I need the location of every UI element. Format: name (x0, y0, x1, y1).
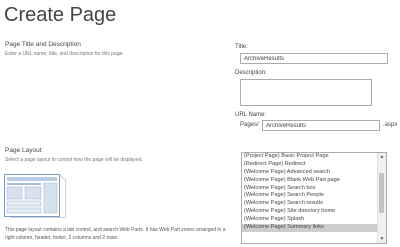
layout-description: This page layout contains a tab control,… (5, 227, 226, 241)
page-title: Create Page (4, 4, 117, 26)
page-layout-preview-icon (4, 174, 66, 218)
page-layout-listbox[interactable]: (Project Page) Basic Project Page (Redir… (241, 152, 387, 244)
description-textarea[interactable] (240, 79, 372, 106)
title-section-description: Enter a URL name, title, and description… (5, 51, 124, 57)
layout-option[interactable]: (Welcome Page) Summary links (242, 224, 377, 232)
layout-option[interactable]: (Welcome Page) Search box (242, 185, 377, 193)
layout-option[interactable]: (Project Page) Basic Project Page (242, 153, 377, 161)
url-prefix: Pages/ (240, 122, 259, 128)
url-name-label: URL Name: (235, 112, 267, 118)
description-label: Description: (235, 70, 267, 76)
layout-section-heading: Page Layout (5, 147, 42, 154)
layout-scrollbar[interactable]: ▲ ▼ (377, 153, 386, 243)
scroll-down-arrow-icon[interactable]: ▼ (378, 235, 386, 243)
url-name-input[interactable] (262, 120, 380, 131)
layout-option[interactable]: (Welcome Page) Search results (242, 200, 377, 208)
scrollbar-thumb[interactable] (379, 173, 384, 213)
title-label: Title: (235, 44, 248, 50)
layout-option[interactable]: (Welcome Page) Advanced search (242, 169, 377, 177)
layout-option[interactable]: (Welcome Page) Site directory home (242, 208, 377, 216)
layout-option[interactable]: (Welcome Page) Blank Web Part page (242, 177, 377, 185)
layout-option[interactable]: (Redirect Page) Redirect (242, 161, 377, 169)
layout-section-description: Select a page layout to control how the … (5, 157, 143, 163)
title-section-heading: Page Title and Description (5, 41, 81, 48)
url-suffix: .aspx (383, 122, 398, 128)
scroll-up-arrow-icon[interactable]: ▲ (378, 153, 386, 161)
layout-option[interactable]: (Welcome Page) Search People (242, 192, 377, 200)
title-input[interactable] (240, 53, 388, 64)
layout-option[interactable]: (Welcome Page) Splash (242, 216, 377, 224)
